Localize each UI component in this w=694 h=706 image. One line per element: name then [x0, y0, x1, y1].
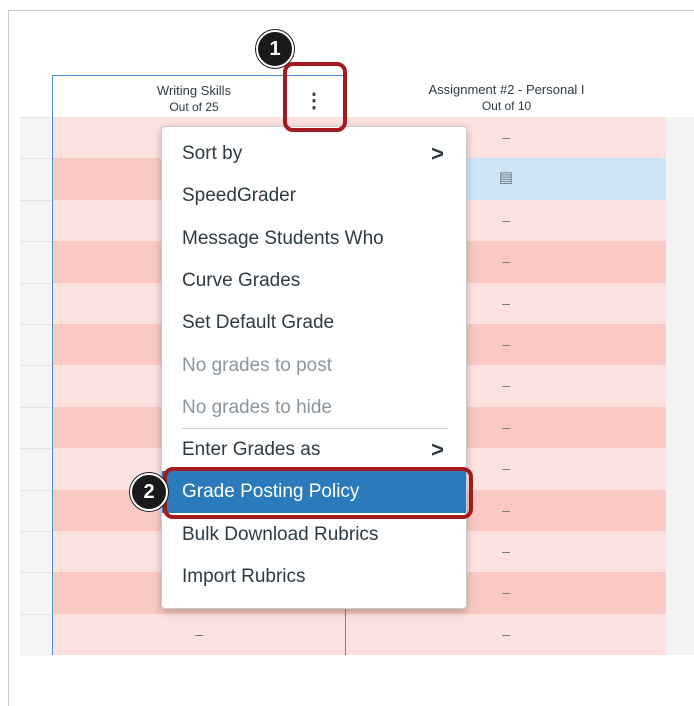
row-gutter: [20, 158, 52, 201]
row-gutter: [20, 572, 52, 615]
grade-cell: [666, 324, 694, 366]
menu-item-label: Sort by: [182, 143, 243, 164]
menu-item-label: Set Default Grade: [182, 312, 335, 334]
row-gutter: [20, 199, 52, 243]
row-gutter: [20, 117, 52, 160]
grade-cell: [666, 241, 694, 283]
menu-item-label: Bulk Download Rubrics: [182, 523, 379, 545]
menu-item-no-grades-to-hide: No grades to hide: [162, 387, 466, 429]
empty-grade-dash: –: [502, 625, 510, 642]
callout-2: 2: [130, 473, 168, 511]
menu-item-message-students-who[interactable]: Message Students Who: [162, 218, 466, 260]
grade-cell: [666, 365, 694, 407]
row-gutter: [20, 241, 52, 284]
menu-item-label: No grades to hide: [182, 396, 332, 418]
column-title: Assignment #2 - Personal I: [428, 82, 585, 97]
highlight-box-grade-posting-policy: [163, 467, 473, 519]
highlight-box-kebab: [283, 62, 347, 132]
row-gutter: [20, 406, 52, 450]
row-gutter: [20, 448, 52, 491]
empty-grade-dash: –: [195, 625, 203, 642]
grade-cell: [666, 613, 694, 656]
menu-item-no-grades-to-post: No grades to post: [162, 345, 466, 387]
menu-item-speedgrader[interactable]: SpeedGrader: [162, 175, 466, 217]
menu-item-set-default-grade[interactable]: Set Default Grade: [162, 302, 466, 344]
row-gutter: [20, 282, 52, 325]
grade-cell: [666, 199, 694, 242]
grade-cell: [666, 572, 694, 614]
row-gutter: [20, 531, 52, 574]
grade-cell[interactable]: –: [52, 613, 346, 656]
grade-cell: [666, 448, 694, 490]
menu-item-sort-by[interactable]: Sort by >: [162, 133, 466, 175]
row-gutter: [20, 489, 52, 532]
menu-item-bulk-download-rubrics[interactable]: Bulk Download Rubrics: [162, 514, 466, 556]
grade-cell: [666, 406, 694, 449]
menu-item-label: SpeedGrader: [182, 185, 297, 207]
chevron-right-icon: >: [431, 141, 444, 166]
menu-item-curve-grades[interactable]: Curve Grades: [162, 260, 466, 302]
chevron-right-icon: >: [431, 437, 444, 463]
row-gutter: [20, 365, 52, 408]
column-header-assignment-2[interactable]: Assignment #2 - Personal I Out of 10: [346, 75, 666, 117]
menu-item-label: Message Students Who: [182, 227, 384, 249]
grade-cell: [666, 117, 694, 159]
menu-item-import-rubrics[interactable]: Import Rubrics: [162, 556, 466, 598]
menu-item-label: Enter Grades as: [182, 439, 321, 461]
menu-item-label: No grades to post: [182, 354, 332, 376]
menu-item-enter-grades-as[interactable]: Enter Grades as >: [162, 429, 466, 471]
grade-cell[interactable]: –: [346, 613, 666, 656]
grade-cell: [666, 282, 694, 324]
grade-cell: [666, 158, 694, 200]
callout-1: 1: [256, 30, 294, 68]
column-options-menu: Sort by > SpeedGrader Message Students Who C…: [161, 126, 467, 609]
row-gutter: [20, 324, 52, 367]
menu-item-label: Curve Grades: [182, 269, 301, 291]
grade-cell: [666, 531, 694, 573]
grade-cell: [666, 489, 694, 531]
column-subtitle: Out of 10: [481, 99, 532, 113]
menu-item-label: Import Rubrics: [182, 566, 306, 587]
row-gutter: [20, 613, 52, 657]
